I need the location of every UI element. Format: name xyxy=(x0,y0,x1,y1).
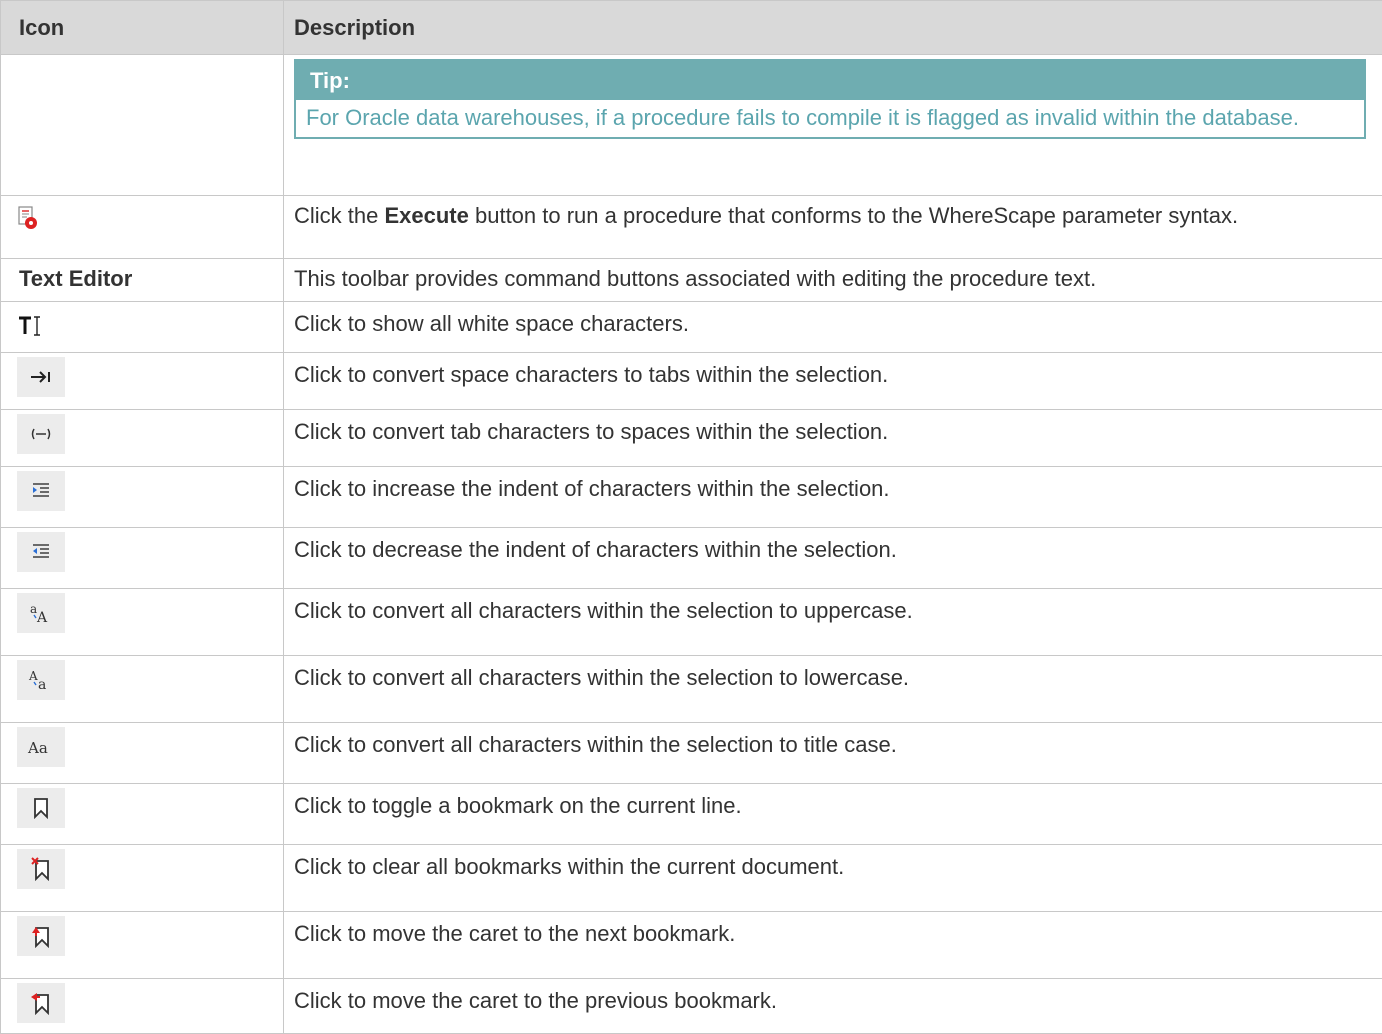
icon-cell xyxy=(1,845,284,912)
description-cell: Click to move the caret to the previous … xyxy=(284,979,1382,1034)
tip-text: For Oracle data warehouses, if a procedu… xyxy=(296,100,1364,137)
execute-text-bold: Execute xyxy=(384,203,468,228)
table-row: Click to increase the indent of characte… xyxy=(1,467,1382,528)
svg-text:A: A xyxy=(28,669,38,683)
execute-procedure-icon xyxy=(17,198,39,238)
execute-text-before: Click the xyxy=(294,203,384,228)
icon-cell xyxy=(1,302,284,353)
table-row: Click to move the caret to the next book… xyxy=(1,912,1382,979)
table-row: A a Click to convert all characters with… xyxy=(1,656,1382,723)
description-cell: Click to convert all characters within t… xyxy=(284,589,1382,656)
icon-cell xyxy=(1,410,284,467)
empty-icon-cell xyxy=(1,55,284,196)
icon-cell: Aa xyxy=(1,723,284,784)
description-cell: Click to clear all bookmarks within the … xyxy=(284,845,1382,912)
table-row: Click to move the caret to the previous … xyxy=(1,979,1382,1034)
table-row: Text Editor This toolbar provides comman… xyxy=(1,259,1382,302)
description-cell: This toolbar provides command buttons as… xyxy=(284,259,1382,302)
description-cell: Click to move the caret to the next book… xyxy=(284,912,1382,979)
clear-bookmarks-icon xyxy=(17,849,65,889)
table-row: Click to convert space characters to tab… xyxy=(1,353,1382,410)
description-cell: Click to convert all characters within t… xyxy=(284,656,1382,723)
tip-title: Tip: xyxy=(296,61,1364,100)
description-column-header: Description xyxy=(284,1,1382,55)
toggle-bookmark-icon xyxy=(17,788,65,828)
icon-cell xyxy=(1,353,284,410)
icon-column-header: Icon xyxy=(1,1,284,55)
table-row: Click to show all white space characters… xyxy=(1,302,1382,353)
description-cell: Click to convert space characters to tab… xyxy=(284,353,1382,410)
icon-cell xyxy=(1,979,284,1034)
tip-row: Tip: For Oracle data warehouses, if a pr… xyxy=(1,55,1382,196)
lowercase-icon: A a xyxy=(17,660,65,700)
description-cell: Click to decrease the indent of characte… xyxy=(284,528,1382,589)
table-header-row: Icon Description xyxy=(1,1,1382,55)
description-cell: Click the Execute button to run a proced… xyxy=(284,196,1382,259)
icon-cell xyxy=(1,467,284,528)
execute-text-after: button to run a procedure that conforms … xyxy=(469,203,1238,228)
uppercase-icon: a A xyxy=(17,593,65,633)
svg-text:Aa: Aa xyxy=(27,739,48,757)
tabs-to-spaces-icon xyxy=(17,414,65,454)
previous-bookmark-icon xyxy=(17,983,65,1023)
description-cell: Click to toggle a bookmark on the curren… xyxy=(284,784,1382,845)
tip-box: Tip: For Oracle data warehouses, if a pr… xyxy=(294,59,1366,139)
spaces-to-tabs-icon xyxy=(17,357,65,397)
icon-cell xyxy=(1,196,284,259)
svg-text:a: a xyxy=(38,677,46,692)
table-row: Click the Execute button to run a proced… xyxy=(1,196,1382,259)
description-cell: Click to convert all characters within t… xyxy=(284,723,1382,784)
icon-cell: a A xyxy=(1,589,284,656)
tip-cell: Tip: For Oracle data warehouses, if a pr… xyxy=(284,55,1382,196)
increase-indent-icon xyxy=(17,471,65,511)
titlecase-icon: Aa xyxy=(17,727,65,767)
icon-cell xyxy=(1,528,284,589)
table-row: Click to decrease the indent of characte… xyxy=(1,528,1382,589)
decrease-indent-icon xyxy=(17,532,65,572)
description-cell: Click to increase the indent of characte… xyxy=(284,467,1382,528)
icon-description-table: Icon Description Tip: For Oracle data wa… xyxy=(0,0,1382,1034)
table-row: Click to convert tab characters to space… xyxy=(1,410,1382,467)
svg-text:A: A xyxy=(36,610,48,625)
table-row: a A Click to convert all characters with… xyxy=(1,589,1382,656)
icon-cell: A a xyxy=(1,656,284,723)
table-row: Aa Click to convert all characters withi… xyxy=(1,723,1382,784)
icon-cell xyxy=(1,784,284,845)
show-whitespace-icon xyxy=(17,306,43,346)
text-editor-label: Text Editor xyxy=(1,259,284,302)
description-cell: Click to convert tab characters to space… xyxy=(284,410,1382,467)
next-bookmark-icon xyxy=(17,916,65,956)
icon-cell xyxy=(1,912,284,979)
table-row: Click to toggle a bookmark on the curren… xyxy=(1,784,1382,845)
description-cell: Click to show all white space characters… xyxy=(284,302,1382,353)
table-row: Click to clear all bookmarks within the … xyxy=(1,845,1382,912)
